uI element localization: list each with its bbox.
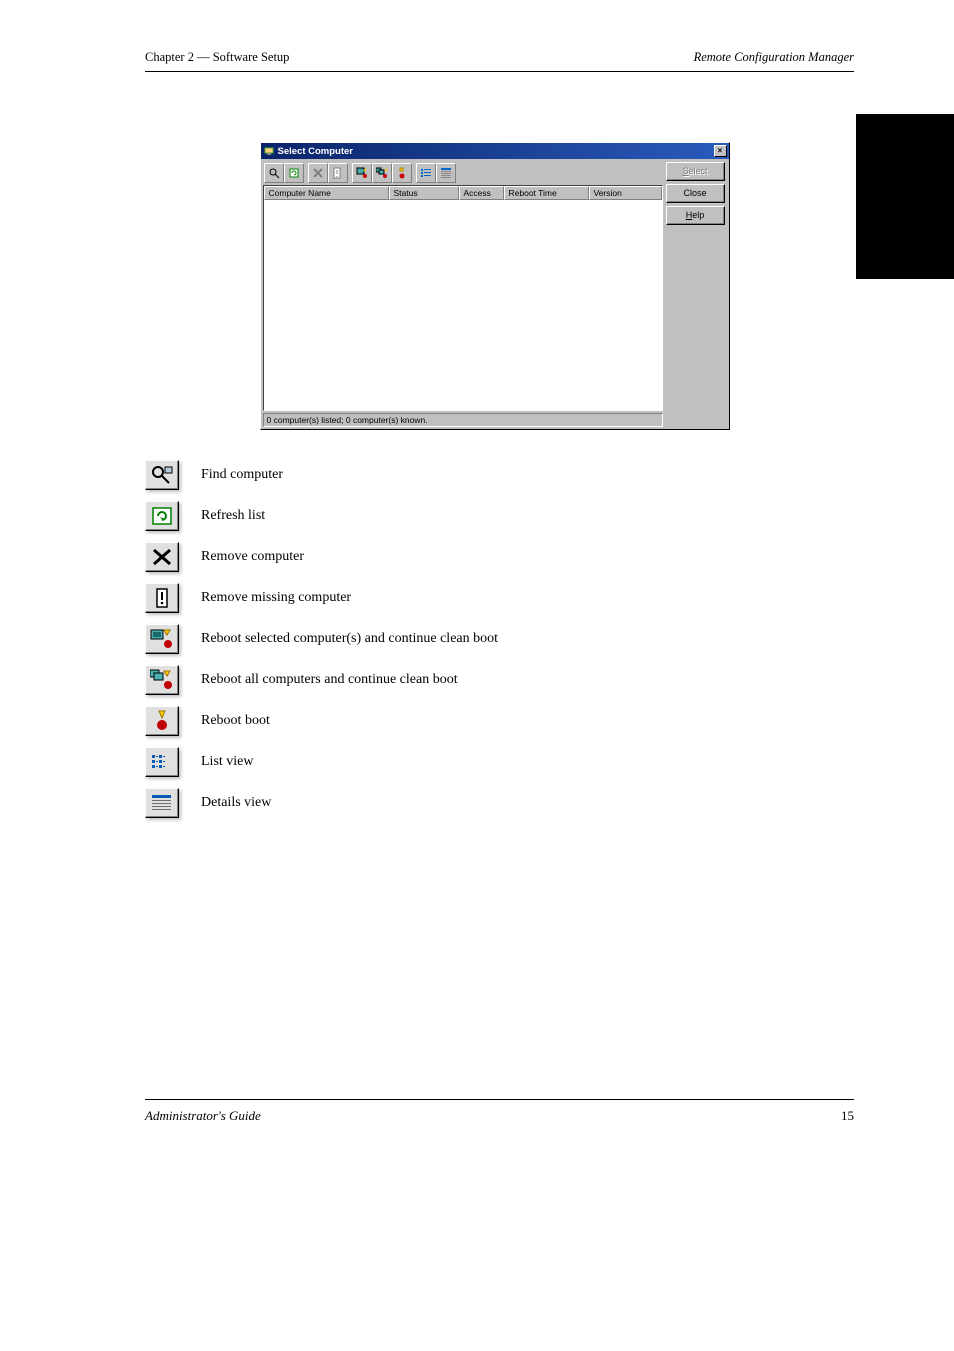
legend-row-details-view: Details view — [145, 788, 854, 818]
list-view-button[interactable] — [416, 163, 436, 183]
footer-rule — [145, 1099, 854, 1100]
page-tab-block — [856, 114, 954, 279]
legend-row-remove-missing: Remove missing computer — [145, 583, 854, 613]
legend-row-reboot-boot: Reboot boot — [145, 706, 854, 736]
legend-row-reboot-one: Reboot selected computer(s) and continue… — [145, 624, 854, 654]
legend-row-list-view: List view — [145, 747, 854, 777]
remove-missing-icon — [145, 583, 179, 613]
col-access[interactable]: Access — [459, 186, 504, 200]
legend-label: Remove missing computer — [201, 590, 351, 606]
toolbar-legend: Find computer Refresh list Remove comput… — [145, 460, 854, 818]
close-button[interactable]: Close — [666, 184, 725, 203]
reboot-all-button[interactable] — [372, 163, 392, 183]
close-icon[interactable]: × — [714, 145, 727, 157]
dialog-titlebar: Select Computer × — [261, 143, 729, 159]
list-view-icon — [145, 747, 179, 777]
running-footer: Administrator's Guide 15 — [145, 1108, 854, 1124]
details-view-button[interactable] — [436, 163, 456, 183]
dialog-figure: Select Computer × — [135, 142, 854, 430]
dialog-title: Select Computer — [278, 146, 354, 157]
footer-right: 15 — [841, 1108, 854, 1124]
refresh-icon — [145, 501, 179, 531]
remove-button[interactable] — [308, 163, 328, 183]
col-computer-name[interactable]: Computer Name — [264, 186, 389, 200]
reboot-all-icon — [145, 665, 179, 695]
legend-row-remove: Remove computer — [145, 542, 854, 572]
dialog-toolbar — [263, 161, 663, 185]
help-button[interactable]: Help — [666, 206, 725, 225]
list-body-empty — [264, 200, 662, 410]
reboot-boot-icon — [145, 706, 179, 736]
legend-label: Reboot selected computer(s) and continue… — [201, 631, 498, 647]
legend-row-reboot-all: Reboot all computers and continue clean … — [145, 665, 854, 695]
find-computer-icon — [145, 460, 179, 490]
select-computer-dialog: Select Computer × — [260, 142, 730, 430]
col-version[interactable]: Version — [589, 186, 662, 200]
header-right: Remote Configuration Manager — [694, 50, 854, 65]
reboot-selected-button[interactable] — [352, 163, 372, 183]
list-header-row: Computer Name Status Access Reboot Time … — [264, 186, 662, 200]
legend-label: Remove computer — [201, 549, 304, 565]
running-header: Chapter 2 — Software Setup Remote Config… — [145, 50, 854, 65]
find-computer-button[interactable] — [264, 163, 284, 183]
header-left: Chapter 2 — Software Setup — [145, 50, 289, 65]
legend-row-refresh: Refresh list — [145, 501, 854, 531]
col-status[interactable]: Status — [389, 186, 459, 200]
remove-icon — [145, 542, 179, 572]
computer-list[interactable]: Computer Name Status Access Reboot Time … — [263, 185, 663, 411]
legend-label: Reboot all computers and continue clean … — [201, 672, 458, 688]
legend-label: Refresh list — [201, 508, 265, 524]
footer-left: Administrator's Guide — [145, 1108, 261, 1124]
select-button: Select — [666, 162, 725, 181]
details-view-icon — [145, 788, 179, 818]
legend-row-find: Find computer — [145, 460, 854, 490]
reboot-selected-icon — [145, 624, 179, 654]
refresh-button[interactable] — [284, 163, 304, 183]
remove-missing-button[interactable] — [328, 163, 348, 183]
legend-label: Details view — [201, 795, 271, 811]
app-icon — [263, 145, 275, 157]
legend-label: List view — [201, 754, 254, 770]
reboot-boot-button[interactable] — [392, 163, 412, 183]
legend-label: Reboot boot — [201, 713, 270, 729]
legend-label: Find computer — [201, 467, 283, 483]
dialog-status-bar: 0 computer(s) listed; 0 computer(s) know… — [263, 413, 663, 427]
header-rule — [145, 71, 854, 72]
col-reboot-time[interactable]: Reboot Time — [504, 186, 589, 200]
